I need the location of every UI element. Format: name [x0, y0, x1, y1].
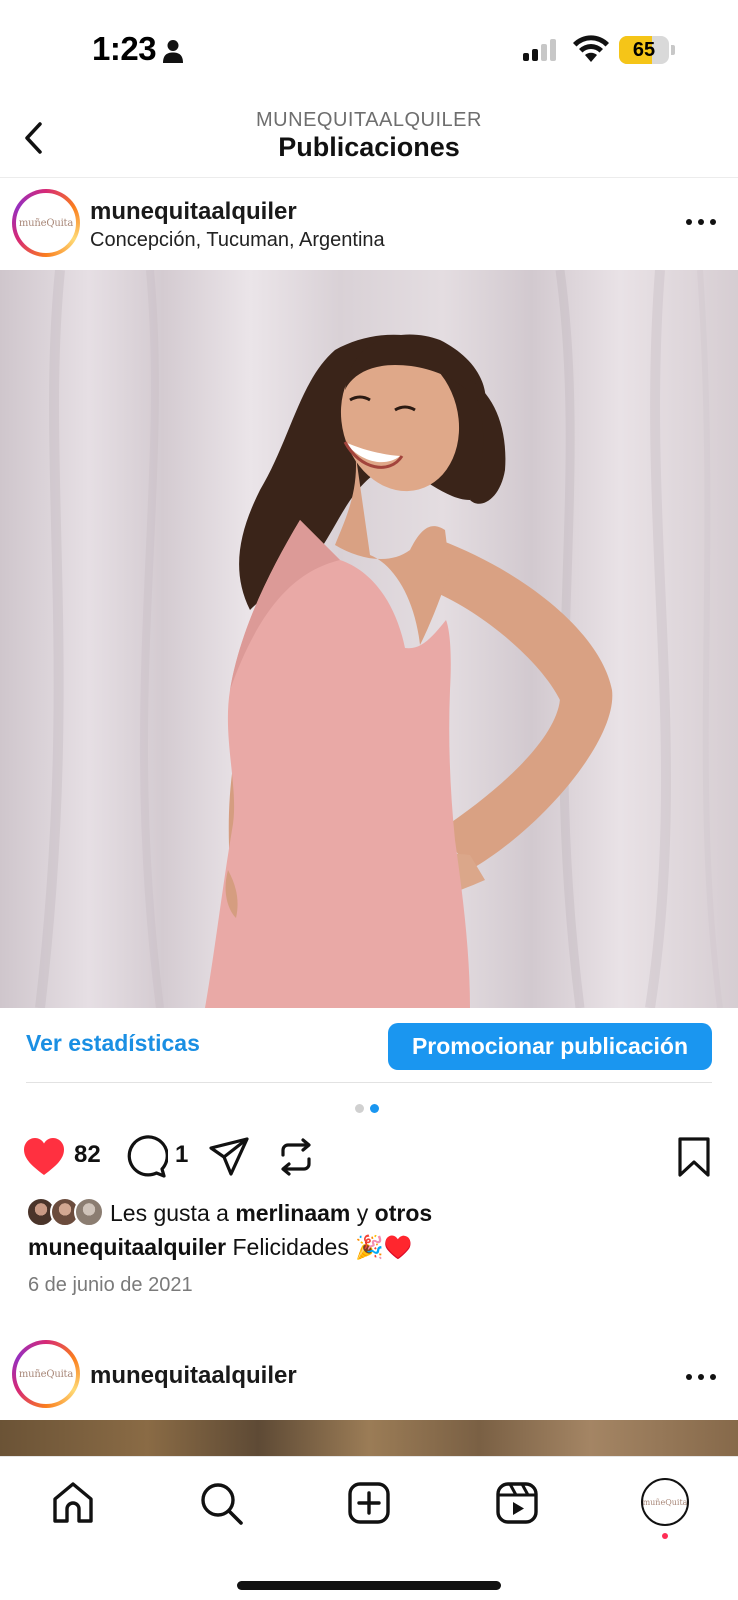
likes-count[interactable]: 82: [74, 1141, 101, 1169]
photo-illustration: [35, 270, 723, 1008]
more-options-icon[interactable]: [686, 1374, 716, 1382]
next-post-avatar[interactable]: muñeQuita: [12, 1340, 80, 1408]
notification-dot: [662, 1533, 668, 1539]
likers-others[interactable]: otros: [375, 1200, 433, 1226]
status-time: 1:23: [92, 30, 157, 67]
avatar-logo: muñeQuita: [18, 217, 74, 229]
page-title: Publicaciones: [278, 132, 460, 162]
post-username[interactable]: munequitaalquiler: [90, 198, 297, 226]
comment-icon[interactable]: [124, 1135, 168, 1179]
wifi-icon: [573, 35, 609, 62]
next-post-photo[interactable]: [0, 1420, 738, 1456]
caption-text: Felicidades 🎉♥️: [232, 1234, 413, 1260]
person-icon: [163, 40, 183, 63]
post-caption: munequitaalquiler Felicidades 🎉♥️: [28, 1234, 413, 1261]
carousel-dot: [355, 1104, 364, 1113]
home-indicator: [237, 1581, 501, 1590]
header-subtitle: MUNEQUITAALQUILER: [256, 109, 482, 131]
comments-count[interactable]: 1: [175, 1141, 188, 1169]
post-actions: 82 1: [0, 1135, 738, 1179]
post-location[interactable]: Concepción, Tucuman, Argentina: [90, 229, 385, 252]
status-bar: 1:23 65: [0, 0, 738, 100]
profile-avatar[interactable]: muñeQuita: [641, 1478, 689, 1526]
top-header: MUNEQUITAALQUILER Publicaciones: [0, 100, 738, 178]
next-post-header: muñeQuita munequitaalquiler: [0, 1334, 738, 1420]
liked-by-text: Les gusta a merlinaam y otros: [110, 1200, 433, 1226]
post-date: 6 de junio de 2021: [28, 1274, 193, 1296]
avatar[interactable]: muñeQuita: [12, 189, 80, 257]
carousel-indicator: [355, 1104, 379, 1113]
bottom-nav: muñeQuita: [0, 1456, 738, 1600]
battery-icon: 65: [619, 36, 675, 64]
share-icon[interactable]: [207, 1135, 251, 1179]
bookmark-icon[interactable]: [672, 1135, 716, 1179]
reels-icon[interactable]: [493, 1479, 541, 1527]
liked-by-row[interactable]: Les gusta a merlinaam y otros: [26, 1197, 726, 1231]
more-options-icon[interactable]: [686, 219, 716, 227]
home-icon[interactable]: [49, 1479, 97, 1527]
avatar-logo: muñeQuita: [18, 1368, 74, 1380]
repost-icon[interactable]: [274, 1135, 318, 1179]
post-header: muñeQuita munequitaalquiler Concepción, …: [0, 180, 738, 266]
post-photo[interactable]: [0, 270, 738, 1008]
divider: [26, 1082, 712, 1083]
signal-icon: [523, 39, 556, 61]
avatar-logo: muñeQuita: [642, 1497, 688, 1507]
search-icon[interactable]: [197, 1479, 245, 1527]
create-icon[interactable]: [345, 1479, 393, 1527]
liker-avatar: [74, 1197, 104, 1227]
next-post-username[interactable]: munequitaalquiler: [90, 1362, 297, 1390]
battery-percent: 65: [632, 39, 656, 61]
view-insights-link[interactable]: Ver estadísticas: [26, 1030, 200, 1057]
liker-username[interactable]: merlinaam: [235, 1200, 350, 1226]
promote-post-button[interactable]: Promocionar publicación: [388, 1023, 712, 1070]
heart-icon[interactable]: [22, 1135, 66, 1179]
carousel-dot-active: [370, 1104, 379, 1113]
caption-username[interactable]: munequitaalquiler: [28, 1234, 226, 1260]
